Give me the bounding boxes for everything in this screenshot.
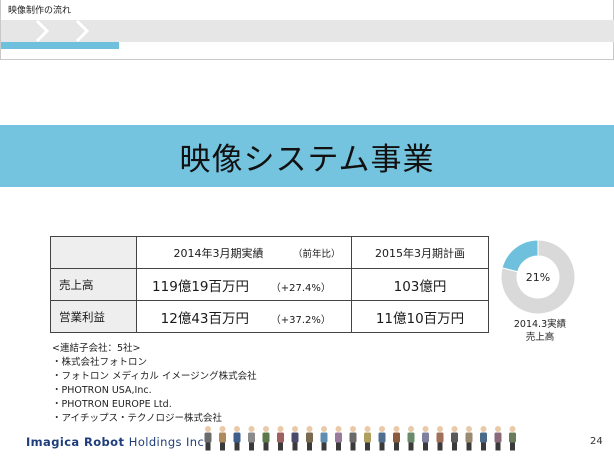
- change-value: （+27.4%）: [270, 282, 331, 294]
- person-figure-icon: [349, 426, 357, 451]
- actual-value: 12億43百万円: [160, 310, 249, 327]
- col-header-2015: 2015年3月期計画: [351, 236, 489, 269]
- person-figure-icon: [335, 426, 342, 451]
- row-label: 売上高: [50, 268, 137, 301]
- person-figure-icon: [451, 426, 458, 451]
- actual-cell: 119億19百万円 （+27.4%）: [136, 268, 352, 301]
- person-figure-icon: [436, 426, 444, 451]
- person-figure-icon: [233, 426, 241, 451]
- donut-caption: 2014.3実績 売上高: [493, 318, 587, 344]
- people-illustration-icon: [204, 426, 516, 451]
- process-flow-header: 映像制作の流れ: [0, 0, 614, 60]
- list-item: ・株式会社フォトロン: [52, 357, 148, 368]
- person-figure-icon: [277, 426, 284, 451]
- table-header-row: 2014年3月期実績 （前年比） 2015年3月期計画: [50, 236, 489, 269]
- results-table: 2014年3月期実績 （前年比） 2015年3月期計画 売上高 119億19百万…: [50, 236, 489, 333]
- flow-chevron-bar: [1, 20, 614, 42]
- person-figure-icon: [509, 426, 516, 451]
- change-value: （+37.2%）: [270, 314, 331, 326]
- col-prev-label: （前年比）: [292, 248, 341, 260]
- company-logo: Imagica Robot Holdings Inc.: [26, 435, 208, 449]
- table-row: 売上高 119億19百万円 （+27.4%） 103億円: [50, 268, 489, 301]
- col-header-2014: 2014年3月期実績 （前年比）: [136, 236, 352, 269]
- slide-title: 映像システム事業: [179, 141, 435, 178]
- donut-percent-label: 21%: [526, 271, 550, 284]
- actual-cell: 12億43百万円 （+37.2%）: [136, 300, 352, 333]
- actual-value: 119億19百万円: [152, 278, 249, 295]
- table-corner-cell: [50, 236, 137, 269]
- person-figure-icon: [407, 426, 415, 451]
- person-figure-icon: [364, 426, 371, 451]
- list-item: ・PHOTRON EUROPE Ltd.: [52, 399, 172, 410]
- person-figure-icon: [378, 426, 386, 451]
- person-figure-icon: [248, 426, 255, 451]
- donut-caption-line1: 2014.3実績: [513, 319, 567, 330]
- logo-light-text: Holdings Inc.: [128, 435, 209, 449]
- row-label: 営業利益: [50, 300, 137, 333]
- list-item: ・PHOTRON USA,Inc.: [52, 385, 152, 396]
- list-item: ・フォトロン メディカル イメージング株式会社: [52, 371, 257, 382]
- person-figure-icon: [393, 426, 400, 451]
- person-figure-icon: [480, 426, 487, 451]
- person-figure-icon: [320, 426, 328, 451]
- person-figure-icon: [306, 426, 313, 451]
- slide: 映像制作の流れ 映像システム事業 2014年3月期実績 （前年比） 2015年3…: [0, 0, 614, 460]
- subsidiary-notes: <連結子会社：5社> ・株式会社フォトロン ・フォトロン メディカル イメージン…: [52, 342, 257, 426]
- donut-caption-line2: 売上高: [525, 332, 555, 343]
- flow-label: 映像制作の流れ: [8, 6, 72, 16]
- title-band: 映像システム事業: [0, 125, 614, 187]
- person-figure-icon: [494, 426, 502, 451]
- table-row: 営業利益 12億43百万円 （+37.2%） 11億10百万円: [50, 300, 489, 333]
- sales-share-donut: 21%: [500, 239, 576, 315]
- flow-current-step-marker: [1, 42, 119, 49]
- person-figure-icon: [291, 426, 299, 451]
- col-2014-label: 2014年3月期実績: [173, 246, 264, 260]
- person-figure-icon: [219, 426, 226, 451]
- donut-share-segment: [501, 239, 539, 273]
- plan-value: 11億10百万円: [351, 300, 489, 333]
- plan-value: 103億円: [351, 268, 489, 301]
- person-figure-icon: [204, 426, 212, 451]
- logo-bold-text: Imagica Robot: [26, 435, 125, 449]
- notes-heading: <連結子会社：5社>: [52, 343, 141, 354]
- person-figure-icon: [465, 426, 473, 451]
- person-figure-icon: [422, 426, 429, 451]
- page-number: 24: [590, 436, 603, 447]
- person-figure-icon: [262, 426, 270, 451]
